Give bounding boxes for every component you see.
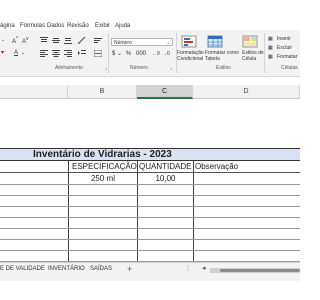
align-left-icon[interactable]	[40, 50, 48, 57]
row-border	[0, 184, 300, 185]
number-launcher-icon[interactable]: ⌟	[170, 65, 172, 71]
number-group-label: Número	[130, 65, 148, 71]
menu-bar: ágina Fórmulas Dados Revisão Exibir Ajud…	[0, 0, 300, 30]
increase-decimal-icon[interactable]: ←0	[152, 51, 160, 57]
cell-observation[interactable]	[194, 173, 300, 184]
delete-cells-icon[interactable]: ▦	[268, 45, 273, 51]
cell-styles-icon[interactable]	[241, 35, 259, 49]
thousands-icon[interactable]: 000	[136, 51, 146, 57]
insert-cells-icon[interactable]: ▦	[268, 36, 273, 42]
more-options-icon[interactable]: ⋮	[185, 265, 191, 272]
tab-page-layout[interactable]: ágina	[0, 23, 15, 29]
font-color-icon[interactable]: ▾	[1, 50, 4, 56]
conditional-formatting-label[interactable]: Formatação Condicional	[177, 50, 204, 62]
column-header-b[interactable]: B	[68, 85, 137, 99]
sheet-tab-outputs[interactable]: SAÍDAS	[90, 266, 112, 272]
tab-view[interactable]: Exibir	[95, 23, 110, 29]
tab-formulas[interactable]: Fórmulas	[20, 23, 45, 29]
indent-icon[interactable]	[78, 50, 86, 57]
format-as-table-icon[interactable]	[206, 35, 224, 49]
format-as-table-label[interactable]: Formatar como Tabela	[205, 50, 239, 62]
align-middle-icon[interactable]	[52, 37, 60, 44]
row-border	[0, 250, 300, 251]
insert-cells-label[interactable]: Inserir	[277, 36, 291, 42]
delete-cells-label[interactable]: Excluir	[277, 45, 292, 51]
cell-quantity[interactable]: 10,00	[138, 173, 193, 184]
shrink-font-icon[interactable]: Av	[22, 36, 29, 45]
cell-specification[interactable]: 250 ml	[69, 173, 137, 184]
align-top-icon[interactable]	[40, 37, 48, 44]
alignment-launcher-icon[interactable]: ⌟	[105, 65, 107, 71]
currency-icon[interactable]: $ ⌄	[112, 51, 122, 57]
column-header-d[interactable]: D	[193, 85, 300, 99]
row-border	[0, 206, 300, 207]
font-color-a-icon[interactable]: A	[14, 50, 18, 56]
row-border	[0, 239, 300, 240]
orientation-icon[interactable]	[78, 37, 86, 44]
font-size-chevron-icon[interactable]: ⌄	[1, 37, 5, 43]
merge-center-icon[interactable]	[94, 50, 102, 57]
separator	[108, 33, 109, 73]
cells-group-label: Células	[281, 65, 298, 71]
row-border	[0, 195, 300, 196]
grow-font-icon[interactable]: A^	[12, 36, 18, 45]
format-cells-icon[interactable]: ▦	[268, 54, 273, 60]
number-format-value: Número	[114, 40, 132, 46]
tab-review[interactable]: Revisão	[67, 23, 89, 29]
font-color-chevron-icon[interactable]: ⌄	[21, 50, 25, 56]
formula-bar-area	[0, 77, 300, 85]
add-sheet-button[interactable]: +	[127, 264, 132, 274]
row-border	[0, 228, 300, 229]
scroll-left-icon[interactable]: ◂	[202, 264, 206, 272]
conditional-formatting-icon[interactable]	[180, 35, 198, 49]
cell-styles-label[interactable]: Estilos de Célula	[242, 50, 264, 62]
row-border	[0, 217, 300, 218]
separator	[264, 33, 265, 73]
align-center-icon[interactable]	[52, 50, 60, 57]
sheet-tab-validity[interactable]: E DE VALIDADE	[0, 266, 45, 272]
header-quantity[interactable]: QUANTIDADE	[139, 161, 191, 173]
column-header-blank[interactable]	[0, 85, 68, 99]
horizontal-scrollbar-thumb[interactable]	[220, 269, 300, 272]
header-specification[interactable]: ESPECIFICAÇÃO	[72, 161, 137, 173]
percent-icon[interactable]: %	[126, 51, 131, 57]
sheet-tab-inventory[interactable]: INVENTÁRIO	[48, 266, 85, 272]
chevron-down-icon: ⌄	[166, 40, 170, 45]
wrap-text-icon[interactable]	[94, 37, 102, 44]
decrease-decimal-icon[interactable]: →0	[162, 51, 170, 57]
column-header-c[interactable]: C	[137, 85, 193, 99]
status-bar	[0, 281, 300, 300]
header-observation[interactable]: Observação	[195, 161, 238, 173]
alignment-group-label: Alinhamento	[55, 65, 83, 71]
tab-help[interactable]: Ajuda	[115, 23, 130, 29]
align-bottom-icon[interactable]	[64, 37, 72, 44]
format-cells-label[interactable]: Formatar	[277, 54, 297, 60]
styles-group-label: Estilos	[216, 65, 231, 71]
number-format-select[interactable]: Número ⌄	[111, 38, 173, 46]
tab-data[interactable]: Dados	[47, 23, 64, 29]
align-right-icon[interactable]	[64, 50, 72, 57]
sheet-title[interactable]: Inventário de Vidrarias - 2023	[33, 148, 172, 161]
